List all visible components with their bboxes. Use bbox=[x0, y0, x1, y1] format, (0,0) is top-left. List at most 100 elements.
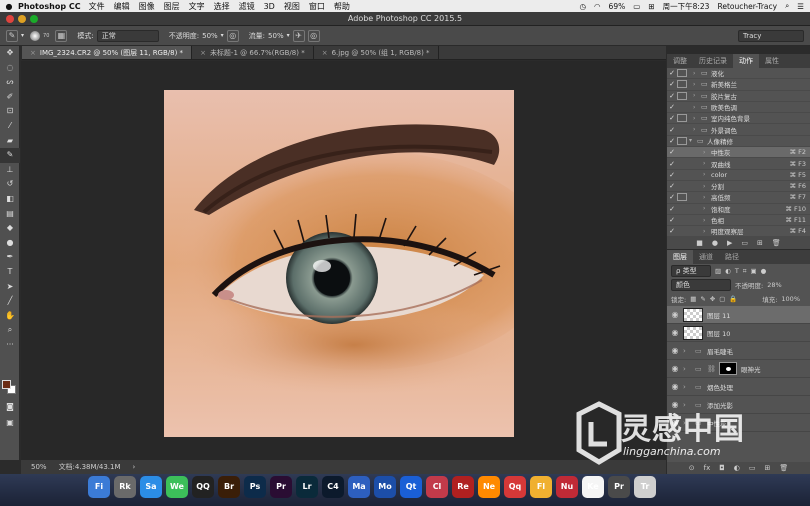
brush-tool-icon[interactable]: ✎ bbox=[6, 29, 18, 42]
lasso-tool-icon[interactable]: ᔕ bbox=[0, 75, 20, 90]
play-icon[interactable]: ▶ bbox=[727, 239, 732, 247]
path-select-tool-icon[interactable]: ➤ bbox=[0, 280, 20, 295]
lock-artboard-icon[interactable]: ▢ bbox=[719, 295, 725, 303]
menu-window[interactable]: 窗口 bbox=[309, 1, 325, 12]
layer-mask-thumbnail[interactable] bbox=[719, 362, 737, 375]
disclosure-icon[interactable]: › bbox=[703, 183, 711, 190]
layer-filter-select[interactable]: ρ 类型 bbox=[671, 265, 711, 277]
action-row[interactable]: ✓ › 分割 ⌘ F6 bbox=[667, 181, 810, 193]
disclosure-icon[interactable]: ▾ bbox=[689, 137, 697, 144]
filter-type-icon[interactable]: T bbox=[735, 267, 739, 275]
eyedropper-tool-icon[interactable]: ⁄ bbox=[0, 119, 20, 134]
action-toggle-icon[interactable]: ✓ bbox=[667, 148, 677, 156]
dialog-toggle-icon[interactable] bbox=[677, 80, 687, 89]
doc-size[interactable]: 文档:4.38M/43.1M bbox=[59, 460, 121, 474]
tab-layers[interactable]: 图层 bbox=[667, 250, 693, 264]
layer-row[interactable]: ◉ › ▭ 眉毛睫毛 bbox=[667, 342, 810, 360]
battery-icon[interactable]: ▭ bbox=[633, 2, 640, 11]
zoom-window-icon[interactable] bbox=[30, 15, 38, 23]
list-icon[interactable]: ☰ bbox=[797, 2, 804, 11]
disclosure-icon[interactable]: › bbox=[693, 92, 701, 99]
status-arrow-icon[interactable]: › bbox=[133, 460, 136, 474]
disclosure-icon[interactable]: › bbox=[703, 160, 711, 167]
dock-app-icon[interactable]: Fi bbox=[88, 476, 110, 498]
action-row[interactable]: ✓ › color ⌘ F5 bbox=[667, 170, 810, 181]
close-window-icon[interactable] bbox=[6, 15, 14, 23]
tab-history[interactable]: 历史记录 bbox=[693, 54, 733, 68]
menu-3d[interactable]: 3D bbox=[264, 2, 275, 11]
action-toggle-icon[interactable]: ✓ bbox=[667, 160, 677, 168]
filter-toggle-icon[interactable]: ● bbox=[761, 267, 767, 275]
dialog-toggle-icon[interactable] bbox=[677, 205, 687, 213]
canvas-area[interactable] bbox=[21, 61, 666, 460]
dialog-toggle-icon[interactable] bbox=[677, 126, 687, 134]
layer-row[interactable]: ◉ › ▭ 烟色处理 bbox=[667, 378, 810, 396]
doc-tab-3[interactable]: × 6.jpg @ 50% (组 1, RGB/8) * bbox=[314, 46, 439, 59]
tab-properties[interactable]: 属性 bbox=[759, 54, 785, 68]
line-tool-icon[interactable]: ╱ bbox=[0, 294, 20, 309]
action-toggle-icon[interactable]: ✓ bbox=[667, 69, 677, 77]
clone-stamp-tool-icon[interactable]: ⊥ bbox=[0, 163, 20, 178]
action-row[interactable]: ✓ › 色相 ⌘ F11 bbox=[667, 215, 810, 227]
menu-image[interactable]: 图像 bbox=[139, 1, 155, 12]
flow-dropdown-icon[interactable]: ▾ bbox=[287, 32, 290, 39]
input-icon[interactable]: ⊞ bbox=[648, 2, 654, 11]
dialog-toggle-icon[interactable] bbox=[677, 91, 687, 100]
record-icon[interactable]: ● bbox=[712, 239, 718, 247]
action-row[interactable]: ✓ › ▭ 外景调色 bbox=[667, 124, 810, 136]
zoom-tool-icon[interactable]: ⌕ bbox=[0, 323, 20, 338]
pressure-opacity-icon[interactable]: ◎ bbox=[226, 29, 239, 42]
quick-select-tool-icon[interactable]: ✐ bbox=[0, 90, 20, 105]
action-toggle-icon[interactable]: ✓ bbox=[667, 216, 677, 224]
battery-percent[interactable]: 69% bbox=[609, 2, 626, 11]
menu-help[interactable]: 帮助 bbox=[334, 1, 350, 12]
gradient-tool-icon[interactable]: ▤ bbox=[0, 207, 20, 222]
disclosure-icon[interactable]: › bbox=[703, 149, 711, 156]
action-row[interactable]: ✓ › ▭ 新美格兰 bbox=[667, 79, 810, 91]
doc-tab-1[interactable]: × IMG_2324.CR2 @ 50% (图层 11, RGB/8) * bbox=[22, 46, 193, 59]
dialog-toggle-icon[interactable] bbox=[677, 69, 687, 78]
tool-preset[interactable]: ✎ ▾ bbox=[6, 29, 24, 42]
action-toggle-icon[interactable]: ✓ bbox=[667, 114, 677, 122]
new-set-icon[interactable]: ▭ bbox=[741, 239, 748, 247]
menu-app-name[interactable]: Photoshop CC bbox=[18, 2, 81, 11]
eraser-tool-icon[interactable]: ◧ bbox=[0, 192, 20, 207]
dock-app-icon[interactable]: Rk bbox=[114, 476, 136, 498]
lock-all-icon[interactable]: 🔒 bbox=[729, 295, 737, 303]
dock-app-icon[interactable]: Ps bbox=[244, 476, 266, 498]
disclosure-icon[interactable]: › bbox=[703, 205, 711, 212]
dock-app-icon[interactable]: C4 bbox=[322, 476, 344, 498]
dock-app-icon[interactable]: Cl bbox=[426, 476, 448, 498]
minimize-window-icon[interactable] bbox=[18, 15, 26, 23]
menu-filter[interactable]: 滤镜 bbox=[239, 1, 255, 12]
action-toggle-icon[interactable]: ✓ bbox=[667, 103, 677, 111]
brush-panel-icon[interactable]: ▦ bbox=[55, 29, 68, 42]
pen-tool-icon[interactable]: ✒ bbox=[0, 250, 20, 265]
expand-group-icon[interactable]: › bbox=[683, 365, 695, 373]
dock-app-icon[interactable]: Lr bbox=[296, 476, 318, 498]
mask-link-icon[interactable]: ⛓ bbox=[707, 365, 719, 373]
visibility-eye-icon[interactable]: ◉ bbox=[667, 382, 683, 391]
disclosure-icon[interactable]: › bbox=[693, 70, 701, 77]
dialog-toggle-icon[interactable] bbox=[677, 103, 687, 111]
action-row[interactable]: ✓ › 双曲线 ⌘ F3 bbox=[667, 158, 810, 170]
mode-select[interactable]: 正常 bbox=[96, 29, 159, 42]
blend-mode-select[interactable]: 颜色 bbox=[671, 279, 731, 291]
workspace-select[interactable]: Tracy bbox=[738, 29, 804, 42]
layer-row[interactable]: ◉ 图层 10 bbox=[667, 324, 810, 342]
action-row[interactable]: ✓ › 饱和度 ⌘ F10 bbox=[667, 204, 810, 215]
wifi-icon[interactable]: ◠ bbox=[594, 2, 601, 11]
dock-app-icon[interactable]: Ke bbox=[582, 476, 604, 498]
airbrush-icon[interactable]: ✈ bbox=[292, 29, 305, 42]
brush-preset-picker[interactable]: 70 bbox=[30, 30, 49, 41]
action-row[interactable]: ✓ › ▭ 胶片复古 bbox=[667, 91, 810, 102]
dock-app-icon[interactable]: Qq bbox=[504, 476, 526, 498]
dock-app-icon[interactable]: Re bbox=[452, 476, 474, 498]
dialog-toggle-icon[interactable] bbox=[677, 193, 687, 202]
layer-thumbnail[interactable] bbox=[683, 307, 703, 322]
layer-thumbnail[interactable] bbox=[683, 325, 703, 340]
dialog-toggle-icon[interactable] bbox=[677, 227, 687, 235]
filter-adjust-icon[interactable]: ◐ bbox=[725, 267, 731, 275]
lock-paint-icon[interactable]: ✎ bbox=[700, 295, 705, 303]
menu-layer[interactable]: 图层 bbox=[164, 1, 180, 12]
